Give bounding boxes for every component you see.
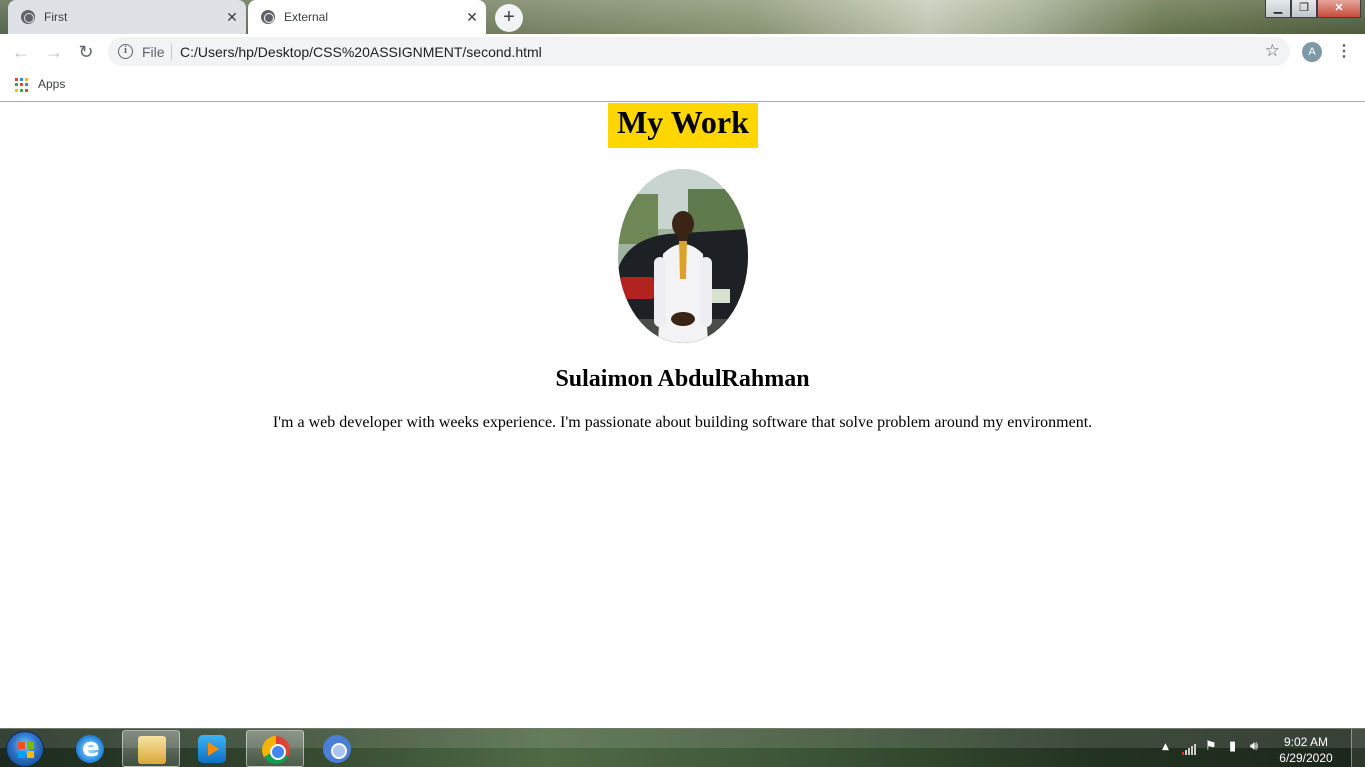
tab-external[interactable]: External ✕	[248, 0, 486, 34]
taskbar-chrome-canary[interactable]	[308, 730, 366, 767]
url-text[interactable]: C:/Users/hp/Desktop/CSS%20ASSIGNMENT/sec…	[180, 44, 542, 60]
close-tab-icon[interactable]: ✕	[224, 9, 240, 25]
system-tray: ▲ ⚑ ▮ 🔊︎ 9:02 AM 6/29/2020	[1155, 729, 1365, 767]
internet-explorer-icon	[76, 733, 104, 763]
window-controls: ▁ ❐ ✕	[1265, 0, 1361, 18]
apps-grid-icon[interactable]	[15, 78, 29, 92]
web-page: My Work Sulaimon AbdulRahman I'm a web d…	[0, 103, 1365, 728]
browser-toolbar: ← → ↻ i File C:/Users/hp/Desktop/CSS%20A…	[0, 34, 1365, 70]
reload-button[interactable]: ↻	[75, 41, 97, 63]
action-center-flag-icon[interactable]: ⚑	[1205, 739, 1217, 754]
clock-time: 9:02 AM	[1283, 735, 1329, 749]
taskbar-file-explorer[interactable]	[122, 730, 180, 767]
taskbar-internet-explorer[interactable]	[61, 730, 119, 767]
network-signal-icon[interactable]	[1182, 741, 1198, 755]
clock-date: 6/29/2020	[1279, 751, 1333, 765]
file-explorer-icon	[138, 736, 166, 764]
globe-icon	[261, 10, 275, 24]
restore-button[interactable]: ❐	[1291, 0, 1317, 18]
forward-button[interactable]: →	[43, 41, 65, 63]
taskbar-chrome[interactable]	[246, 730, 304, 767]
chrome-canary-icon	[323, 735, 351, 763]
globe-icon	[21, 10, 35, 24]
start-button[interactable]	[6, 731, 44, 767]
bio-paragraph: I'm a web developer with weeks experienc…	[272, 414, 1093, 431]
windows-logo-icon	[18, 742, 34, 758]
close-window-button[interactable]: ✕	[1317, 0, 1361, 18]
browser-tab-strip: First ✕ External ✕ + ▁ ❐ ✕	[0, 0, 1365, 34]
show-hidden-icons-icon[interactable]: ▲	[1162, 742, 1169, 752]
media-player-icon	[198, 735, 226, 763]
page-heading: My Work	[608, 103, 758, 148]
divider	[171, 44, 172, 60]
tab-first[interactable]: First ✕	[8, 0, 246, 34]
battery-icon[interactable]: ▮	[1229, 739, 1236, 754]
security-label: File	[142, 44, 165, 60]
bookmark-star-icon[interactable]: ☆	[1265, 41, 1280, 61]
system-clock[interactable]: 9:02 AM 6/29/2020	[1274, 734, 1338, 766]
back-button[interactable]: ←	[10, 41, 32, 63]
person-name: Sulaimon AbdulRahman	[555, 366, 810, 392]
volume-icon[interactable]: 🔊︎	[1250, 739, 1258, 754]
new-tab-button[interactable]: +	[495, 4, 523, 32]
info-icon[interactable]: i	[118, 44, 133, 59]
tab-title: External	[284, 10, 329, 24]
bookmarks-bar: Apps	[0, 70, 1365, 102]
profile-photo-image	[618, 169, 748, 343]
profile-avatar[interactable]: A	[1302, 42, 1322, 62]
address-bar[interactable]: i File C:/Users/hp/Desktop/CSS%20ASSIGNM…	[108, 37, 1290, 66]
profile-photo	[618, 169, 748, 343]
apps-bookmark-link[interactable]: Apps	[38, 77, 65, 91]
chrome-icon	[262, 736, 290, 764]
menu-kebab-icon[interactable]: ⋮	[1336, 41, 1352, 63]
windows-taskbar: ▲ ⚑ ▮ 🔊︎ 9:02 AM 6/29/2020	[0, 728, 1365, 767]
close-tab-icon[interactable]: ✕	[464, 9, 480, 25]
show-desktop-button[interactable]	[1351, 729, 1365, 767]
minimize-button[interactable]: ▁	[1265, 0, 1291, 18]
taskbar-media-player[interactable]	[183, 730, 241, 767]
tab-title: First	[44, 10, 68, 24]
